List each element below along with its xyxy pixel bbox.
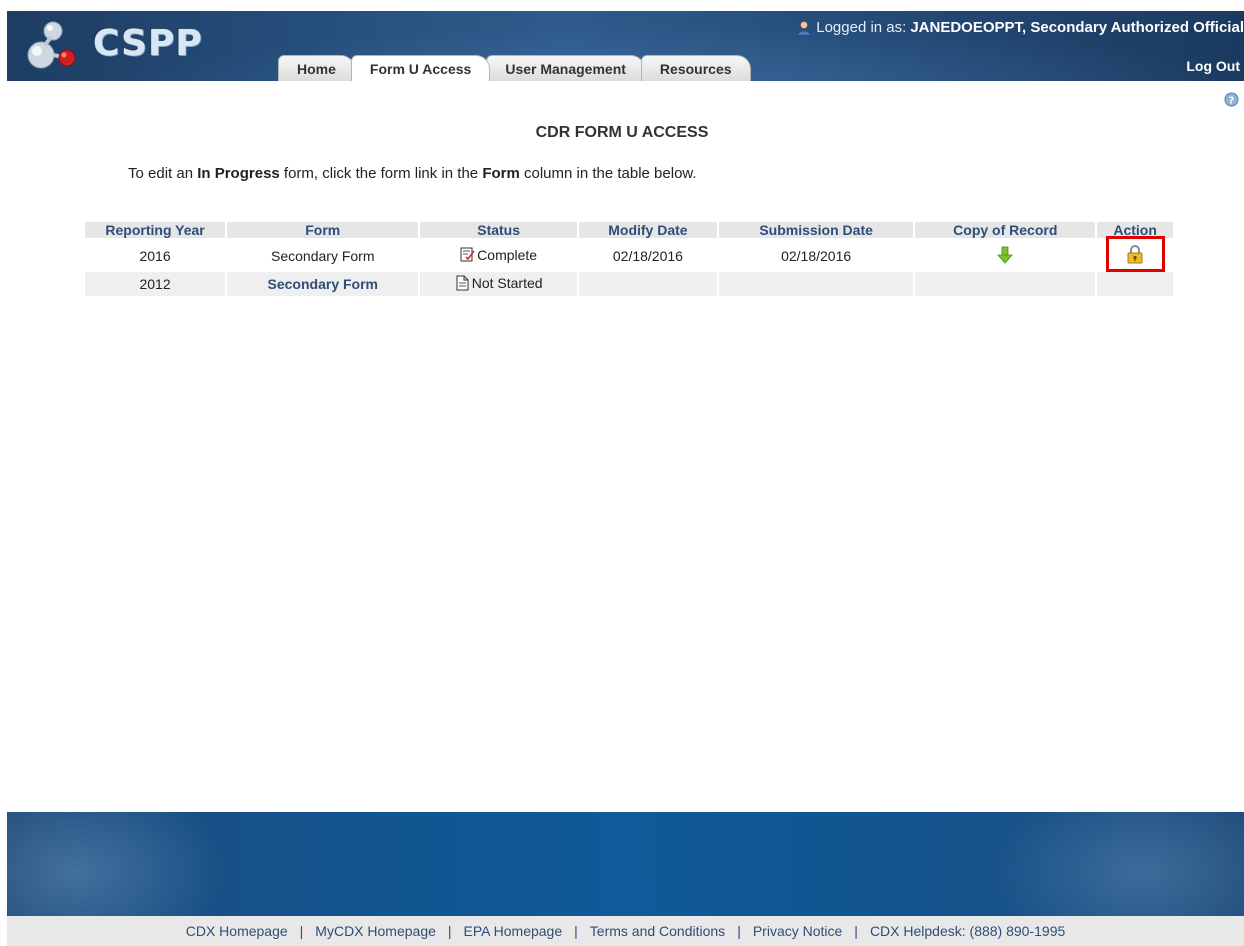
col-header-reporting-year: Reporting Year — [85, 222, 226, 240]
footer-helpdesk: CDX Helpdesk: (888) 890-1995 — [869, 923, 1066, 939]
login-info: Logged in as: JANEDOEOPPT, Secondary Aut… — [796, 19, 1244, 36]
cell-form: Secondary Form — [227, 272, 419, 296]
cell-submission-date: 02/18/2016 — [781, 248, 852, 264]
status-text: Complete — [477, 246, 538, 263]
cell-modify-date: 02/18/2016 — [612, 248, 683, 264]
table-row: 2012 Secondary Form Not Started — [85, 272, 1173, 296]
footer-separator: | — [737, 923, 741, 939]
footer-separator: | — [447, 923, 452, 939]
tab-home[interactable]: Home — [278, 55, 355, 81]
instructions-text: To edit an In Progress form, click the f… — [128, 165, 697, 182]
logout-link[interactable]: Log Out — [1186, 58, 1240, 74]
cell-status: Complete — [420, 240, 576, 272]
download-arrow-icon[interactable] — [997, 246, 1014, 264]
cell-submission-date — [718, 272, 914, 296]
logo-text: CSPP — [93, 23, 203, 64]
status-text: Not Started — [471, 274, 543, 291]
tab-form-u-access[interactable]: Form U Access — [350, 55, 491, 81]
cell-copy-of-record — [915, 272, 1096, 296]
footer-link-epa-homepage[interactable]: EPA Homepage — [464, 923, 563, 939]
instructions-bold-in-progress: In Progress — [197, 165, 280, 182]
footer-link-cdx-homepage[interactable]: CDX Homepage — [186, 923, 288, 939]
help-icon[interactable]: ? — [1224, 92, 1239, 107]
tab-resources[interactable]: Resources — [640, 55, 751, 81]
footer-separator: | — [299, 923, 304, 939]
cell-action — [1097, 236, 1173, 272]
document-icon — [456, 275, 469, 290]
form-records-table: Reporting Year Form Status Modify Date S… — [83, 222, 1175, 296]
footer-links: CDX Homepage | MyCDX Homepage | EPA Home… — [7, 916, 1244, 946]
footer-link-mycdx-homepage[interactable]: MyCDX Homepage — [315, 923, 436, 939]
cell-copy-of-record — [915, 240, 1095, 272]
footer-banner — [7, 812, 1244, 916]
table-row: 2016 Secondary Form Complete 02/18/2016 … — [85, 236, 1173, 272]
login-prefix: Logged in as: — [816, 19, 907, 36]
instructions-part-1: To edit an — [128, 165, 198, 182]
lock-action-highlight[interactable] — [1105, 236, 1165, 272]
header-banner: CSPP Logged in as: JANEDOEOPPT, Secondar… — [7, 11, 1244, 81]
svg-text:?: ? — [1229, 95, 1234, 106]
main-nav-tabs: Home Form U Access User Management Resou… — [278, 55, 751, 81]
footer-separator: | — [854, 923, 858, 939]
tab-user-management[interactable]: User Management — [486, 55, 645, 81]
cell-modify-date — [578, 272, 717, 296]
logged-in-user: JANEDOEOPPT, Secondary Authorized Offici… — [910, 19, 1244, 36]
page-title: CDR FORM U ACCESS — [535, 124, 709, 141]
molecule-logo-icon — [27, 21, 76, 69]
instructions-part-2: form, click the form link in the — [279, 165, 483, 182]
col-header-copy-of-record: Copy of Record — [915, 222, 1096, 240]
document-complete-icon — [460, 247, 475, 261]
cell-status: Not Started — [420, 272, 577, 296]
footer-link-terms-and-conditions[interactable]: Terms and Conditions — [590, 923, 725, 939]
col-header-submission-date: Submission Date — [718, 222, 914, 240]
instructions-bold-form: Form — [482, 165, 520, 182]
cell-form: Secondary Form — [271, 248, 375, 264]
instructions-part-3: column in the table below. — [519, 165, 697, 182]
user-icon — [797, 20, 811, 35]
cell-reporting-year: 2016 — [139, 248, 171, 264]
col-header-form: Form — [227, 222, 419, 240]
cell-action — [1097, 272, 1173, 296]
lock-icon[interactable] — [1126, 244, 1144, 264]
footer-link-privacy-notice[interactable]: Privacy Notice — [753, 923, 842, 939]
secondary-form-link[interactable]: Secondary Form — [268, 276, 378, 292]
col-header-status: Status — [420, 222, 577, 240]
cell-reporting-year: 2012 — [85, 272, 226, 296]
footer-separator: | — [574, 923, 578, 939]
cspp-logo: CSPP — [23, 17, 203, 75]
table-header-row: Reporting Year Form Status Modify Date S… — [85, 222, 1173, 240]
col-header-modify-date: Modify Date — [578, 222, 717, 240]
